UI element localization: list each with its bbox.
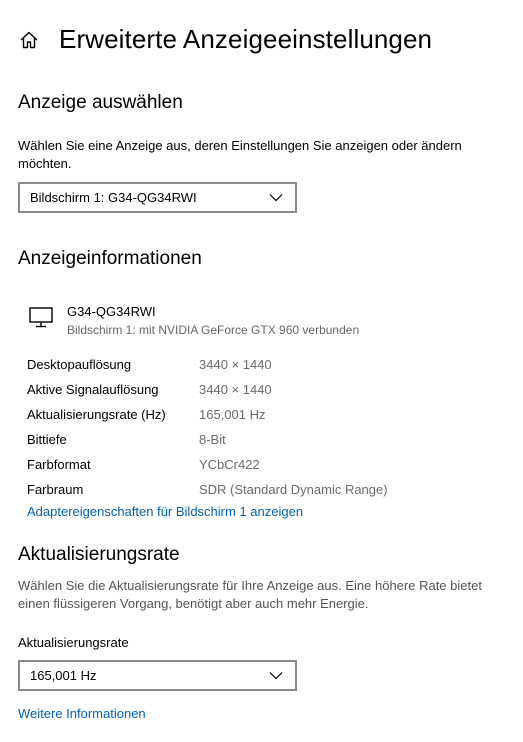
header: Erweiterte Anzeigeeinstellungen [18,24,432,55]
monitor-summary: G34-QG34RWI Bildschirm 1: mit NVIDIA GeF… [29,303,359,339]
advanced-display-settings-page: Erweiterte Anzeigeeinstellungen Anzeige … [0,0,523,742]
refresh-rate-description: Wählen Sie die Aktualisierungsrate für I… [18,578,482,611]
info-row-refresh-rate: Aktualisierungsrate (Hz) 165,001 Hz [27,402,497,427]
display-info-table: Desktopauflösung 3440 × 1440 Aktive Sign… [27,352,497,502]
home-icon[interactable] [18,29,40,51]
monitor-name: G34-QG34RWI [67,304,156,319]
refresh-rate-heading: Aktualisierungsrate [18,544,180,565]
display-info-heading: Anzeigeinformationen [18,248,202,269]
info-row-desktop-resolution: Desktopauflösung 3440 × 1440 [27,352,497,377]
info-label: Aktualisierungsrate (Hz) [27,407,166,422]
page-title: Erweiterte Anzeigeeinstellungen [59,24,433,54]
info-label: Bittiefe [27,432,67,447]
info-label: Farbformat [27,457,91,472]
select-display-heading: Anzeige auswählen [18,92,183,113]
select-display-description: Wählen Sie eine Anzeige aus, deren Einst… [18,138,462,171]
display-select-dropdown[interactable]: Bildschirm 1: G34-QG34RWI [18,182,297,213]
info-row-bit-depth: Bittiefe 8-Bit [27,427,497,452]
refresh-rate-field-label: Aktualisierungsrate [18,635,129,650]
monitor-subtitle: Bildschirm 1: mit NVIDIA GeForce GTX 960… [67,323,360,337]
adapter-properties-link[interactable]: Adaptereigenschaften für Bildschirm 1 an… [27,504,303,519]
refresh-rate-value: 165,001 Hz [30,668,97,683]
info-value: 165,001 Hz [199,407,266,422]
info-value: 3440 × 1440 [199,382,272,397]
info-value: 3440 × 1440 [199,357,272,372]
info-label: Farbraum [27,482,84,497]
chevron-down-icon [269,193,283,202]
refresh-rate-dropdown[interactable]: 165,001 Hz [18,660,297,691]
info-value: 8-Bit [199,432,226,447]
info-label: Desktopauflösung [27,357,132,372]
info-value: YCbCr422 [199,457,260,472]
chevron-down-icon [269,671,283,680]
monitor-icon [29,307,55,329]
display-select-value: Bildschirm 1: G34-QG34RWI [30,190,197,205]
info-label: Aktive Signalauflösung [27,382,159,397]
info-row-active-signal-resolution: Aktive Signalauflösung 3440 × 1440 [27,377,497,402]
info-row-color-space: Farbraum SDR (Standard Dynamic Range) [27,477,497,502]
info-row-color-format: Farbformat YCbCr422 [27,452,497,477]
info-value: SDR (Standard Dynamic Range) [199,482,388,497]
more-info-link[interactable]: Weitere Informationen [18,706,146,721]
